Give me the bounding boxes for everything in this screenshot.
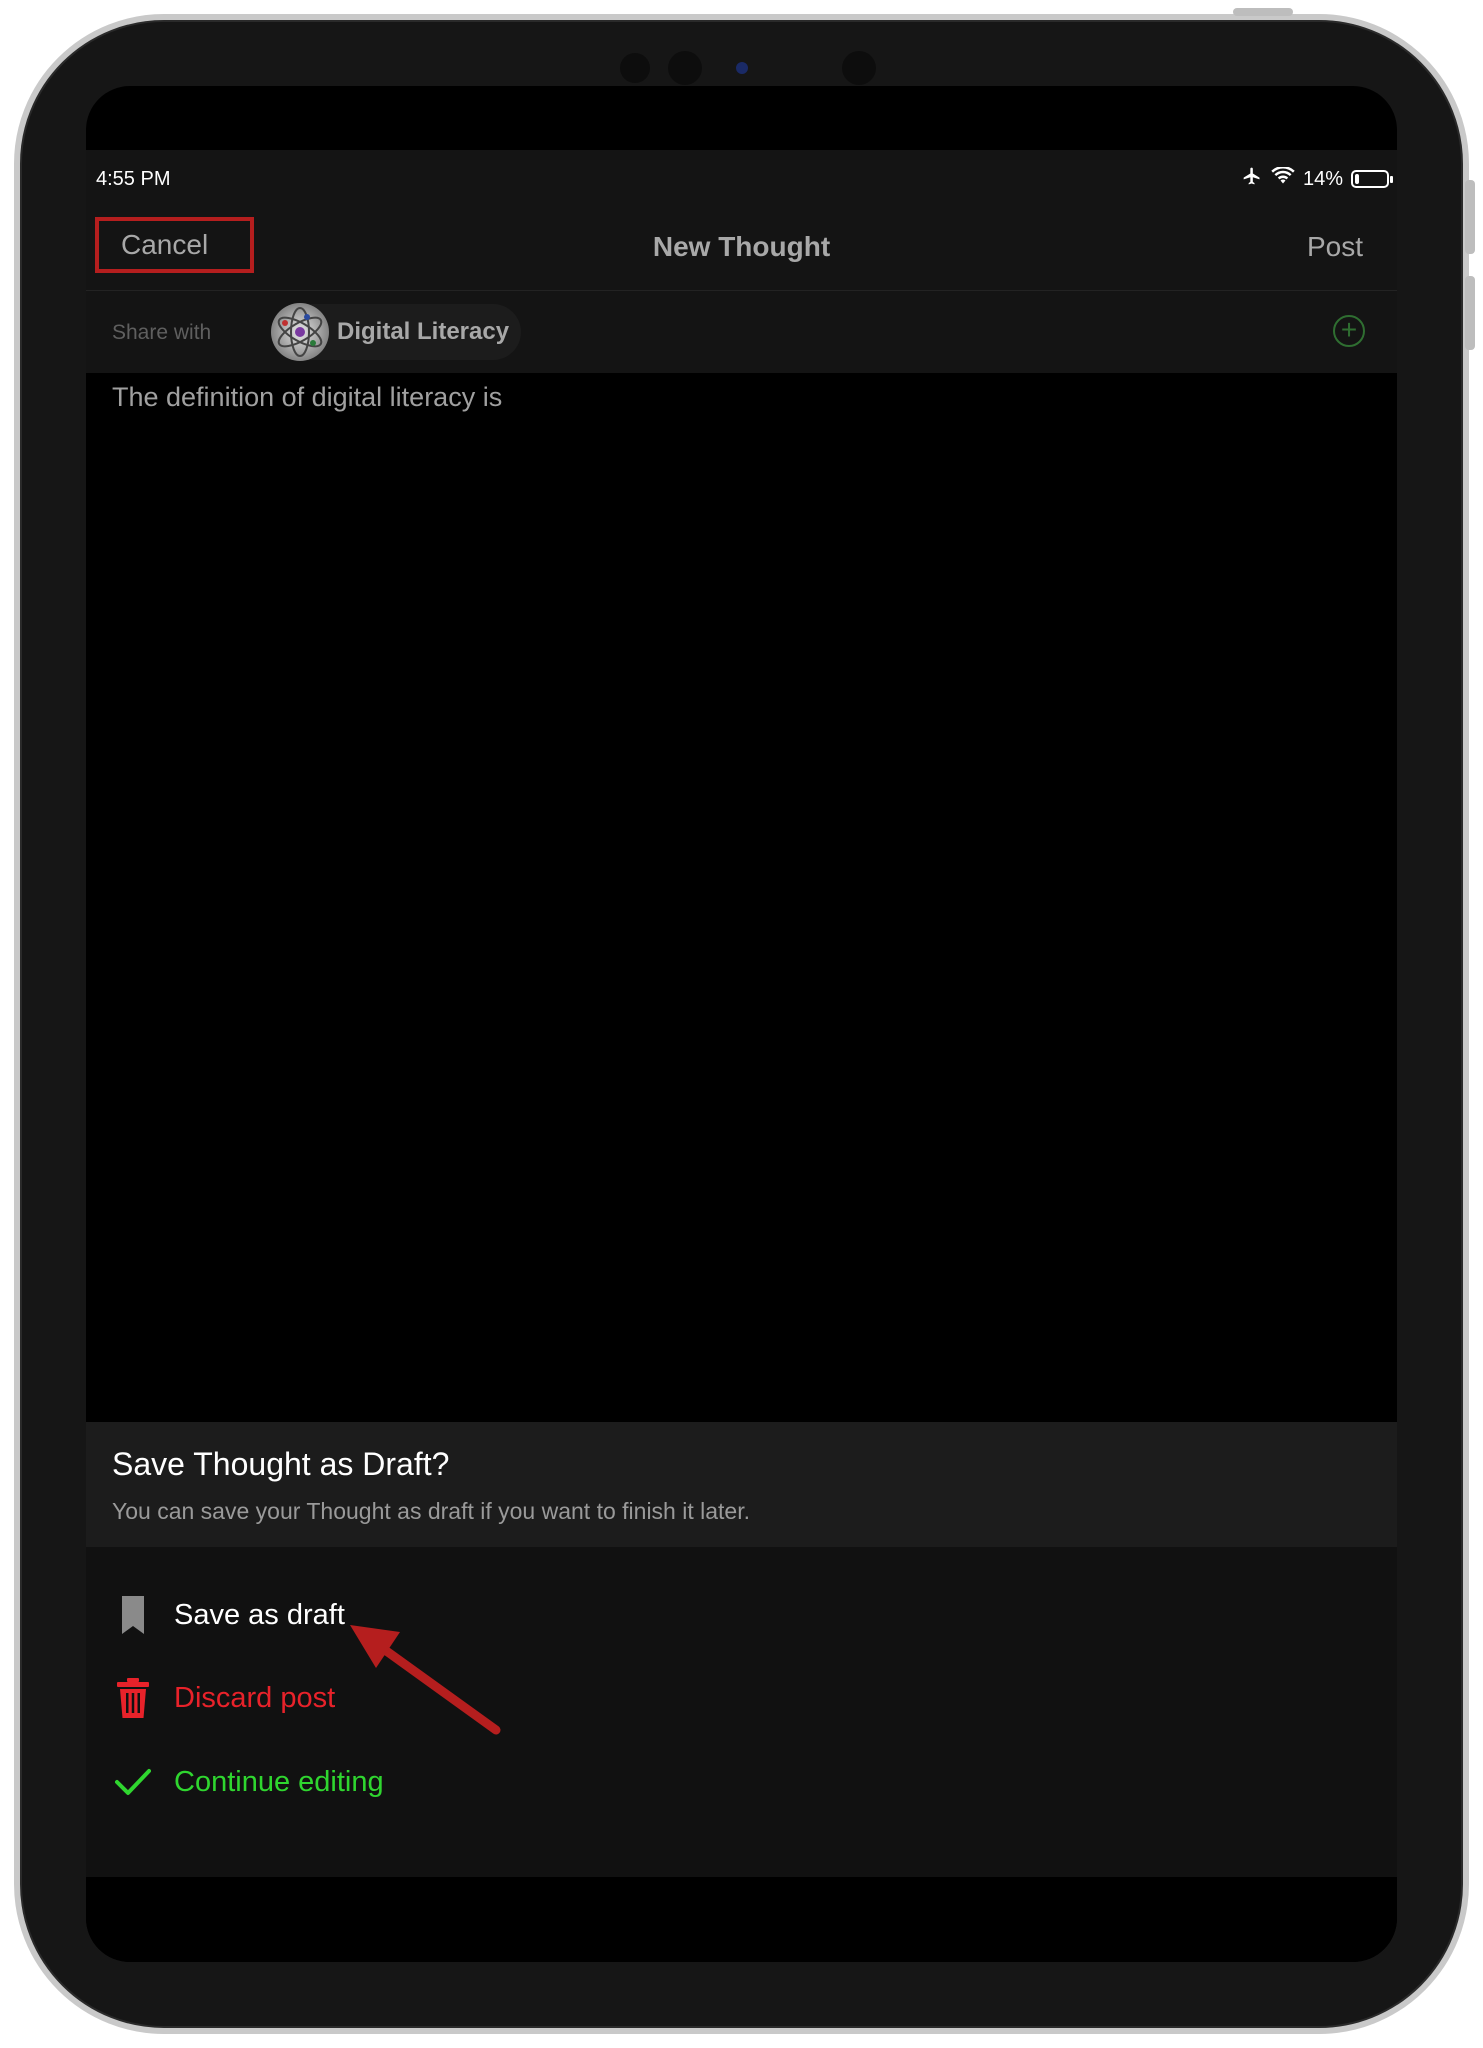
battery-level — [1355, 174, 1359, 184]
airplane-mode-icon — [1241, 166, 1263, 192]
group-avatar — [271, 303, 329, 361]
status-time: 4:55 PM — [96, 168, 171, 190]
camera-lens — [668, 51, 702, 85]
share-with-row: Share with Digital Literacy + — [86, 291, 1397, 373]
bookmark-icon — [112, 1594, 154, 1636]
volume-down-button — [1465, 276, 1475, 350]
trash-icon — [112, 1677, 154, 1719]
top-button — [1233, 8, 1293, 16]
battery-icon — [1351, 170, 1393, 188]
screen: 4:55 PM 14% Cancel New Thought Post Shar… — [86, 86, 1397, 1962]
continue-editing-label: Continue editing — [174, 1765, 384, 1798]
checkmark-icon — [112, 1761, 154, 1803]
continue-editing-option[interactable]: Continue editing — [112, 1757, 384, 1807]
action-sheet-title: Save Thought as Draft? — [112, 1446, 450, 1482]
thought-text-editor[interactable]: The definition of digital literacy is — [112, 382, 502, 413]
action-sheet-options: Save as draft Discard post Continue edit… — [86, 1547, 1397, 1877]
wifi-icon — [1271, 166, 1295, 191]
save-as-draft-option[interactable]: Save as draft — [112, 1590, 345, 1640]
share-with-label: Share with — [112, 321, 212, 344]
add-recipient-icon[interactable]: + — [1333, 315, 1365, 347]
page-title: New Thought — [652, 231, 831, 262]
discard-post-label: Discard post — [174, 1681, 336, 1714]
camera-indicator — [736, 62, 748, 74]
status-bar: 4:55 PM 14% — [86, 150, 1397, 208]
home-indicator-area — [86, 1877, 1397, 1962]
action-sheet-header: Save Thought as Draft? You can save your… — [86, 1422, 1397, 1547]
group-name: Digital Literacy — [337, 318, 510, 345]
volume-up-button — [1465, 180, 1475, 254]
navigation-bar: Cancel New Thought Post — [86, 208, 1397, 291]
discard-post-option[interactable]: Discard post — [112, 1673, 335, 1723]
camera-proximity — [842, 51, 876, 85]
post-button[interactable]: Post — [1307, 231, 1363, 263]
camera-sensor — [620, 53, 650, 83]
status-indicators: 14% — [1241, 166, 1393, 192]
save-as-draft-label: Save as draft — [174, 1598, 345, 1631]
battery-percent: 14% — [1302, 167, 1343, 190]
action-sheet-subtitle: You can save your Thought as draft if yo… — [112, 1498, 750, 1524]
group-chip[interactable]: Digital Literacy — [271, 303, 521, 361]
